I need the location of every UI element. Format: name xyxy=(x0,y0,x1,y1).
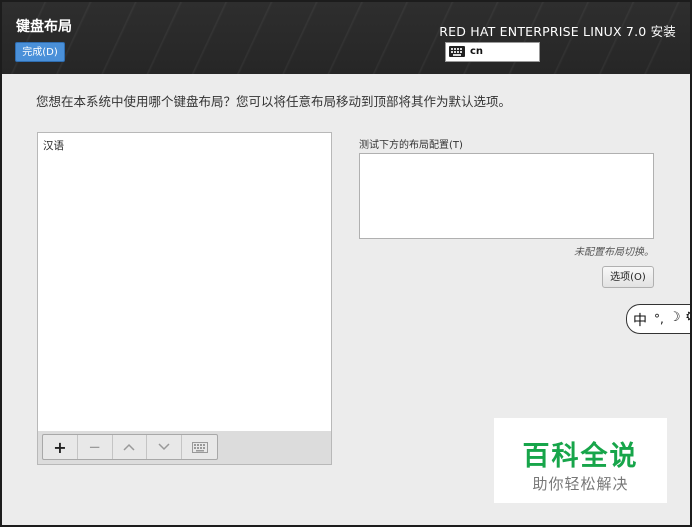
move-down-button[interactable] xyxy=(147,435,183,459)
gear-icon[interactable]: ⚙ xyxy=(685,309,690,325)
minus-icon: − xyxy=(88,438,101,456)
options-button[interactable]: 选项(O) xyxy=(602,266,654,288)
keyboard-icon xyxy=(449,46,465,57)
layout-list[interactable]: 汉语 xyxy=(37,132,332,432)
keyboard-icon xyxy=(191,441,208,453)
half-width-icon[interactable]: ☽ xyxy=(669,310,681,325)
product-title: RED HAT ENTERPRISE LINUX 7.0 安装 xyxy=(439,24,676,39)
ime-mode-indicator[interactable]: 中 xyxy=(633,310,647,330)
layout-question: 您想在本系统中使用哪个键盘布局？您可以将任意布局移动到顶部将其作为默认选项。 xyxy=(36,94,512,109)
layout-list-item[interactable]: 汉语 xyxy=(43,138,64,153)
punctuation-icon[interactable]: °, xyxy=(654,312,664,326)
add-layout-button[interactable]: + xyxy=(43,435,78,459)
watermark-subtitle: 助你轻松解决 xyxy=(532,475,629,493)
test-layout-label: 测试下方的布局配置(T) xyxy=(359,140,463,151)
toolbar-button-group: + − xyxy=(42,434,218,460)
chevron-down-icon xyxy=(158,443,170,451)
installer-window: 键盘布局 完成(D) RED HAT ENTERPRISE LINUX 7.0 … xyxy=(2,2,690,525)
spoke-title: 键盘布局 xyxy=(16,19,72,35)
chevron-up-icon xyxy=(123,443,136,451)
ime-status-bar[interactable]: 中 °, ☽ ⚙ xyxy=(626,304,690,334)
layout-indicator[interactable]: cn xyxy=(445,42,540,62)
test-layout-field[interactable] xyxy=(359,153,654,239)
layout-code: cn xyxy=(470,46,484,57)
header-bar: 键盘布局 完成(D) RED HAT ENTERPRISE LINUX 7.0 … xyxy=(2,2,690,74)
layout-switch-note: 未配置布局切换。 xyxy=(574,247,654,258)
done-button[interactable]: 完成(D) xyxy=(15,42,65,62)
move-up-button[interactable] xyxy=(113,435,148,459)
layout-toolbar: + − xyxy=(37,431,332,465)
watermark-title: 百科全说 xyxy=(522,441,639,472)
remove-layout-button[interactable]: − xyxy=(78,435,113,459)
watermark: 百科全说 助你轻松解决 xyxy=(494,418,667,503)
plus-icon: + xyxy=(53,437,67,457)
preview-layout-button[interactable] xyxy=(182,435,217,459)
